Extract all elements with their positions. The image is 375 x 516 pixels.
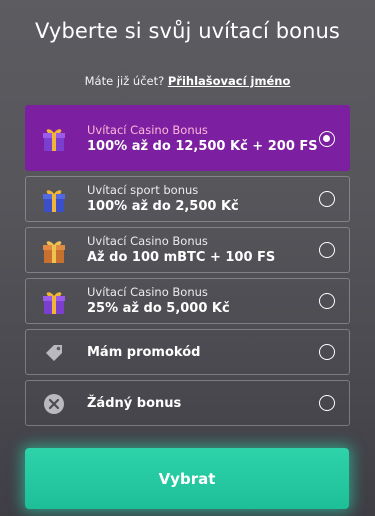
gift-purple-icon bbox=[43, 292, 65, 314]
option-title: Uvítací sport bonus bbox=[87, 183, 199, 197]
option-offer: 100% až do 2,500 Kč bbox=[87, 199, 239, 214]
option-title: Uvítací Casino Bonus bbox=[87, 234, 208, 248]
option-offer: 25% až do 5,000 Kč bbox=[87, 301, 230, 316]
bonus-option-casino-25[interactable]: Uvítací Casino Bonus 25% až do 5,000 Kč bbox=[25, 278, 350, 324]
bonus-option-crypto[interactable]: Uvítací Casino Bonus Až do 100 mBTC + 10… bbox=[25, 227, 350, 273]
account-question: Máte již účet? bbox=[84, 74, 165, 88]
option-label: Mám promokód bbox=[87, 345, 201, 360]
bonus-options-list: Uvítací Casino Bonus 100% až do 12,500 K… bbox=[25, 105, 350, 431]
submit-button[interactable]: Vybrat bbox=[25, 448, 349, 509]
radio-unselected[interactable] bbox=[319, 242, 335, 258]
option-label: Žádný bonus bbox=[87, 396, 182, 411]
close-circle-icon bbox=[44, 394, 64, 414]
option-text: Uvítací Casino Bonus 100% až do 12,500 K… bbox=[87, 123, 318, 156]
option-text: Uvítací Casino Bonus Až do 100 mBTC + 10… bbox=[87, 234, 275, 267]
option-offer: 100% až do 12,500 Kč + 200 FS bbox=[87, 139, 318, 154]
radio-unselected[interactable] bbox=[319, 344, 335, 360]
gift-orange-icon bbox=[43, 241, 65, 263]
bonus-option-promo-code[interactable]: Mám promokód bbox=[25, 329, 350, 375]
radio-unselected[interactable] bbox=[319, 395, 335, 411]
bonus-option-none[interactable]: Žádný bonus bbox=[25, 380, 350, 426]
bonus-option-sport[interactable]: Uvítací sport bonus 100% až do 2,500 Kč bbox=[25, 176, 350, 222]
gift-purple-icon bbox=[43, 129, 65, 151]
gift-blue-icon bbox=[43, 190, 65, 212]
login-link[interactable]: Přihlašovací jméno bbox=[168, 74, 291, 88]
bonus-option-casino-main[interactable]: Uvítací Casino Bonus 100% až do 12,500 K… bbox=[25, 105, 350, 171]
option-offer: Až do 100 mBTC + 100 FS bbox=[87, 250, 276, 265]
radio-unselected[interactable] bbox=[319, 191, 335, 207]
radio-selected[interactable] bbox=[319, 131, 335, 147]
option-text: Žádný bonus bbox=[87, 395, 181, 413]
tag-icon bbox=[46, 345, 62, 361]
radio-unselected[interactable] bbox=[319, 293, 335, 309]
page-title: Vyberte si svůj uvítací bonus bbox=[35, 19, 340, 43]
option-text: Uvítací Casino Bonus 25% až do 5,000 Kč bbox=[87, 285, 230, 318]
account-prompt: Máte již účet? Přihlašovací jméno bbox=[0, 74, 375, 88]
option-text: Mám promokód bbox=[87, 344, 200, 362]
option-title: Uvítací Casino Bonus bbox=[87, 285, 208, 299]
option-text: Uvítací sport bonus 100% až do 2,500 Kč bbox=[87, 183, 239, 216]
option-title: Uvítací Casino Bonus bbox=[87, 123, 208, 137]
